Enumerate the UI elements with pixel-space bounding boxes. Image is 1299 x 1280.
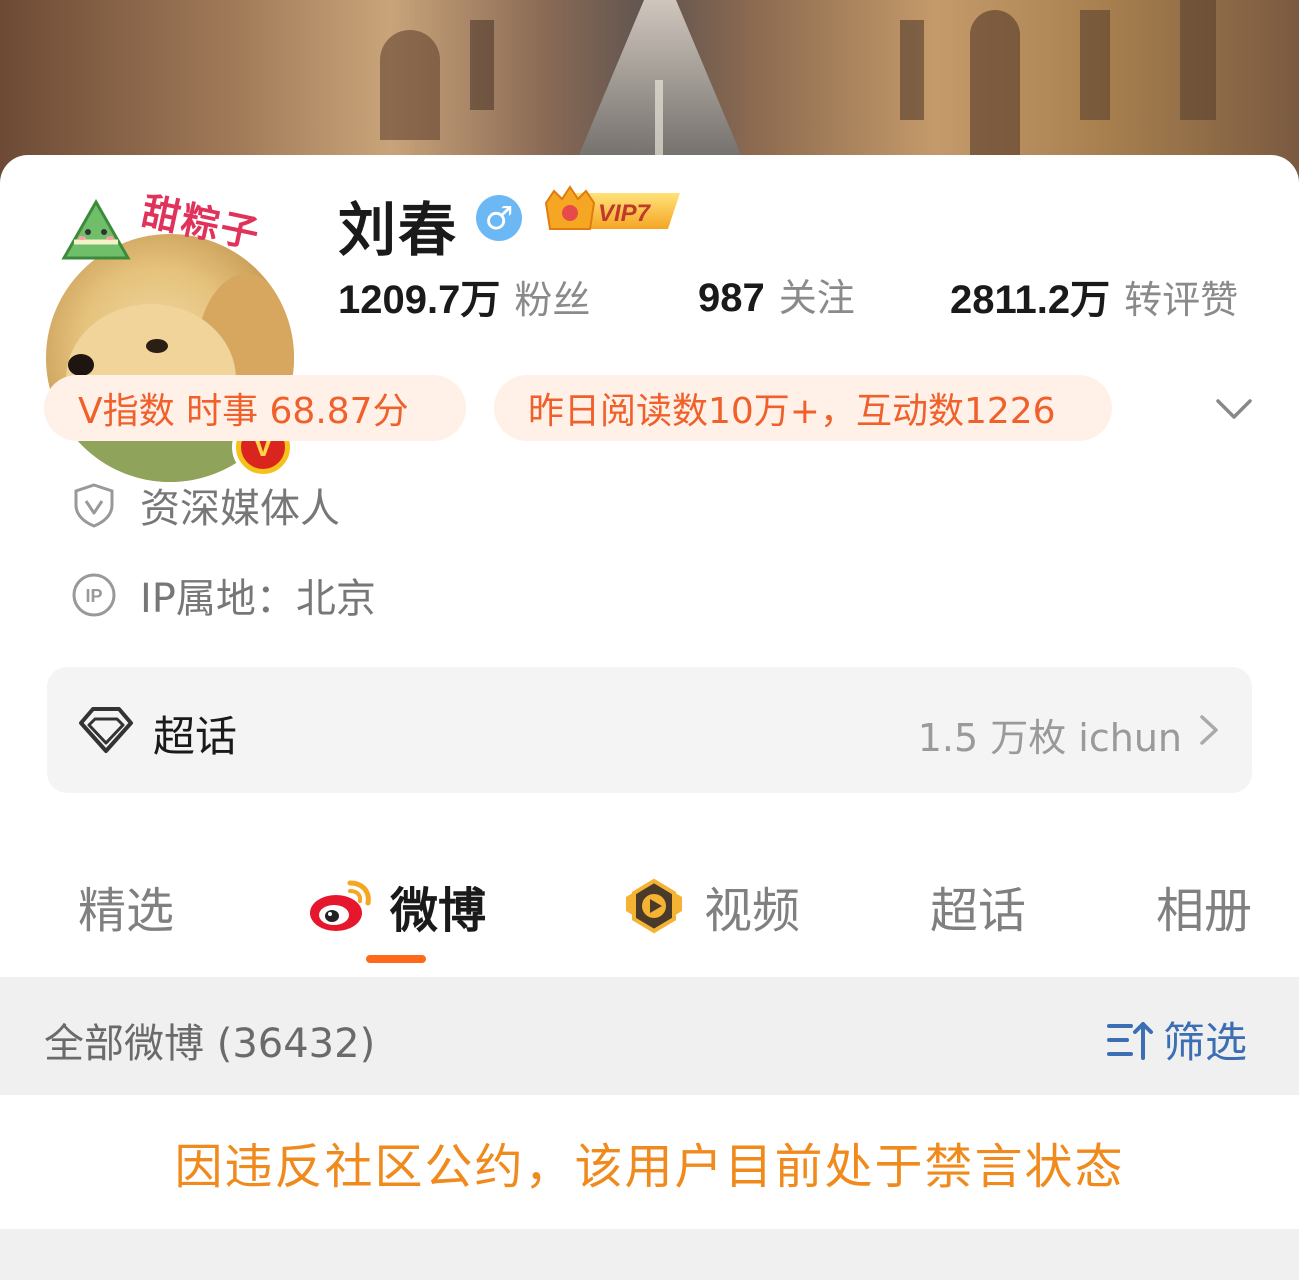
diamond-icon xyxy=(79,707,133,753)
info-title-text: 资深媒体人 xyxy=(140,486,340,532)
stat-following-label: 关注 xyxy=(778,276,855,320)
svg-text:IP: IP xyxy=(85,586,102,606)
chaohua-right-text: 1.5 万枚 ichun xyxy=(917,716,1182,760)
info-row-title: 资深媒体人 xyxy=(70,477,340,533)
profile-card: 甜粽子 V 刘春 ♂ VIP7 1209.7万 粉丝 987 关注 2811.2… xyxy=(0,155,1299,1280)
info-row-ip: IP IP属地：北京 xyxy=(70,567,376,623)
stat-following[interactable]: 987 关注 xyxy=(698,267,855,322)
vip-crown-badge[interactable]: VIP7 xyxy=(540,185,686,237)
chaohua-label: 超话 xyxy=(153,712,238,761)
chevron-right-icon xyxy=(1200,715,1218,745)
stat-fans-value: 1209.7万 xyxy=(338,278,501,322)
video-play-icon xyxy=(626,878,682,934)
stat-fans[interactable]: 1209.7万 粉丝 xyxy=(338,267,590,325)
shield-v-icon xyxy=(74,483,114,528)
svg-text:VIP7: VIP7 xyxy=(598,200,652,227)
chaohua-entry[interactable]: 超话 1.5 万枚 ichun xyxy=(47,667,1252,793)
tab-album-label: 相册 xyxy=(1156,883,1253,939)
reads-pill[interactable]: 昨日阅读数10万+，互动数1226 xyxy=(494,375,1112,441)
tab-weibo-label: 微博 xyxy=(390,883,487,939)
filter-label: 筛选 xyxy=(1162,1018,1247,1067)
avatar-container[interactable]: 甜粽子 V xyxy=(42,188,298,486)
filter-bar: 全部微博 (36432) 筛选 xyxy=(0,977,1299,1095)
stat-engagement[interactable]: 2811.2万 转评赞 xyxy=(950,267,1238,325)
chevron-down-icon[interactable] xyxy=(1212,387,1256,431)
info-ip-text: IP属地：北京 xyxy=(140,576,376,622)
stat-engagement-label: 转评赞 xyxy=(1124,278,1239,322)
stat-fans-label: 粉丝 xyxy=(514,278,591,322)
active-tab-indicator xyxy=(366,955,426,963)
stat-engagement-value: 2811.2万 xyxy=(950,278,1111,322)
filter-button[interactable]: 筛选 xyxy=(1105,1009,1247,1070)
tab-weibo[interactable]: 微博 xyxy=(308,871,486,941)
tab-featured-label: 精选 xyxy=(78,883,175,939)
tab-video-label: 视频 xyxy=(704,883,801,939)
post-count: 全部微博 (36432) xyxy=(44,1021,376,1067)
ip-location-icon: IP xyxy=(72,573,116,617)
profile-name: 刘春 xyxy=(338,196,459,264)
tab-video[interactable]: 视频 xyxy=(622,871,800,941)
tab-chaohua-label: 超话 xyxy=(930,883,1027,939)
v-index-pill[interactable]: V指数 时事 68.87分 xyxy=(44,375,466,441)
tab-featured[interactable]: 精选 xyxy=(78,871,174,941)
male-gender-icon: ♂ xyxy=(476,195,522,241)
banned-notice: 因违反社区公约，该用户目前处于禁言状态 xyxy=(0,1095,1299,1229)
weibo-logo-icon xyxy=(310,880,371,931)
tab-album[interactable]: 相册 xyxy=(1156,871,1252,941)
stat-following-value: 987 xyxy=(698,276,765,320)
bottom-divider xyxy=(0,1229,1299,1280)
zongzi-sticker-icon xyxy=(61,198,131,260)
tab-chaohua[interactable]: 超话 xyxy=(930,871,1026,941)
filter-sort-icon xyxy=(1106,1021,1153,1060)
profile-tabs: 精选 微博 视频 超话 相册 xyxy=(0,855,1299,975)
